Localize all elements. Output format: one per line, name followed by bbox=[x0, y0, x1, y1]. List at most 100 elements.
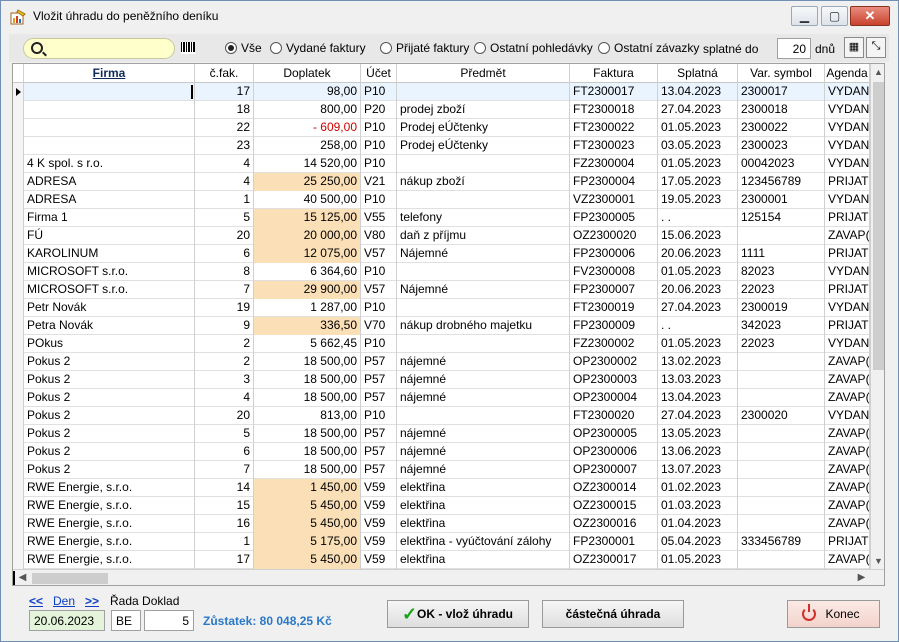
resize-button[interactable]: ⤡ bbox=[866, 37, 886, 58]
cell-remaining: 18 500,00 bbox=[254, 461, 361, 479]
table-row[interactable]: RWE Energie, s.r.o. 14 1 450,00 V59 elektřin… bbox=[13, 479, 870, 497]
header-col-var-symbol[interactable]: Var. symbol bbox=[738, 64, 825, 83]
prev-day-link[interactable]: << bbox=[29, 594, 43, 608]
vertical-scroll-thumb[interactable] bbox=[873, 82, 884, 370]
end-button[interactable]: Konec bbox=[787, 600, 880, 628]
due-days-input[interactable]: 20 bbox=[777, 38, 811, 59]
cell-remaining: 12 075,00 bbox=[254, 245, 361, 263]
cell-invoice-no: 7 bbox=[195, 461, 254, 479]
series-label: Řada Doklad bbox=[110, 594, 180, 608]
cell-remaining: 15 125,00 bbox=[254, 209, 361, 227]
table-row[interactable]: Pokus 2 3 18 500,00 P57 nájemné OP2300003 13.0… bbox=[13, 371, 870, 389]
invoice-grid[interactable]: Firma č.fak. Doplatek Účet Předmět Faktura Spl… bbox=[12, 63, 885, 586]
partial-payment-button[interactable]: částečná úhrada bbox=[542, 600, 684, 628]
table-row[interactable]: Pokus 2 2 18 500,00 P57 nájemné OP2300002 13.0… bbox=[13, 353, 870, 371]
cell-firma: Pokus 2 bbox=[24, 407, 195, 425]
table-row[interactable]: RWE Energie, s.r.o. 15 5 450,00 V59 elektřin… bbox=[13, 497, 870, 515]
cell-account: V57 bbox=[361, 281, 397, 299]
table-row[interactable]: Pokus 2 5 18 500,00 P57 nájemné OP2300005 13.0… bbox=[13, 425, 870, 443]
header-col-invoice[interactable]: Faktura bbox=[570, 64, 658, 83]
cell-firma: RWE Energie, s.r.o. bbox=[24, 479, 195, 497]
header-col-remaining[interactable]: Doplatek bbox=[254, 64, 361, 83]
day-link[interactable]: Den bbox=[53, 594, 75, 608]
cell-invoice: FP2300006 bbox=[570, 245, 658, 263]
table-row[interactable]: POkus 2 5 662,45 P10 FZ2300002 01.05.2023 2202… bbox=[13, 335, 870, 353]
cell-agenda: ZAVAP( bbox=[825, 479, 870, 497]
scroll-right-icon[interactable]: ▶ bbox=[854, 570, 869, 585]
table-row[interactable]: 17 98,00 P10 FT2300017 13.04.2023 2300017 VYDA… bbox=[13, 83, 870, 101]
cell-invoice-no: 1 bbox=[195, 533, 254, 551]
cell-subject: elektřina bbox=[397, 551, 570, 569]
cell-due: 13.03.2023 bbox=[658, 371, 738, 389]
barcode-icon[interactable] bbox=[181, 42, 195, 54]
table-row[interactable]: Firma 1 5 15 125,00 V55 telefony FP2300005. .… bbox=[13, 209, 870, 227]
scroll-left-icon[interactable]: ◀ bbox=[15, 570, 30, 585]
table-row[interactable]: FÚ 20 20 000,00 V80 daň z příjmu OZ2300020 15.… bbox=[13, 227, 870, 245]
close-button[interactable]: ✕ bbox=[850, 6, 890, 26]
horizontal-scrollbar[interactable]: ◀ ▶ bbox=[13, 569, 884, 585]
cell-account: V70 bbox=[361, 317, 397, 335]
horizontal-scroll-thumb[interactable] bbox=[32, 573, 108, 584]
text-cursor bbox=[191, 85, 193, 99]
series-field[interactable]: BE bbox=[111, 610, 141, 631]
table-row[interactable]: 23 258,00 P10 Prodej eÚčtenky FT2300023 03.05… bbox=[13, 137, 870, 155]
date-field[interactable]: 20.06.2023 bbox=[29, 610, 105, 631]
cell-agenda: VYDAN bbox=[825, 83, 870, 101]
header-col-invoice-no[interactable]: č.fak. bbox=[195, 64, 254, 83]
scroll-down-icon[interactable]: ▼ bbox=[871, 553, 884, 569]
row-indicator bbox=[13, 497, 24, 515]
header-col-firma[interactable]: Firma bbox=[24, 64, 195, 83]
row-indicator bbox=[13, 209, 24, 227]
cell-invoice: VZ2300001 bbox=[570, 191, 658, 209]
table-row[interactable]: ADRESA 4 25 250,00 V21 nákup zboží FP2300004 1… bbox=[13, 173, 870, 191]
table-row[interactable]: Pokus 2 20 813,00 P10 FT2300020 27.04.2023 230… bbox=[13, 407, 870, 425]
cell-var-symbol: 342023 bbox=[738, 317, 825, 335]
cell-subject: elektřina - vyúčtování zálohy bbox=[397, 533, 570, 551]
table-row[interactable]: RWE Energie, s.r.o. 17 5 450,00 V59 elektřin… bbox=[13, 551, 870, 569]
table-row[interactable]: Pokus 2 7 18 500,00 P57 nájemné OP2300007 13.0… bbox=[13, 461, 870, 479]
row-indicator bbox=[13, 515, 24, 533]
row-indicator bbox=[13, 119, 24, 137]
minimize-button[interactable]: ▁ bbox=[791, 6, 818, 26]
cell-invoice-no: 17 bbox=[195, 551, 254, 569]
header-col-agenda[interactable]: Agenda bbox=[825, 64, 870, 83]
table-row[interactable]: Petr Novák 19 1 287,00 P10 FT2300019 27.04.20… bbox=[13, 299, 870, 317]
cell-invoice: OZ2300017 bbox=[570, 551, 658, 569]
search-input[interactable] bbox=[23, 38, 175, 59]
cell-invoice: OP2300004 bbox=[570, 389, 658, 407]
table-row[interactable]: RWE Energie, s.r.o. 16 5 450,00 V59 elektřin… bbox=[13, 515, 870, 533]
vertical-scrollbar[interactable]: ▲ ▼ bbox=[870, 64, 884, 569]
document-number-field[interactable]: 5 bbox=[144, 610, 194, 631]
cell-subject bbox=[397, 299, 570, 317]
table-row[interactable]: 18 800,00 P20 prodej zboží FT2300018 27.04.20… bbox=[13, 101, 870, 119]
cell-var-symbol bbox=[738, 551, 825, 569]
due-label: splatné do bbox=[703, 42, 759, 56]
cell-invoice: FT2300017 bbox=[570, 83, 658, 101]
cell-invoice-no: 20 bbox=[195, 407, 254, 425]
cell-invoice: FT2300023 bbox=[570, 137, 658, 155]
table-row[interactable]: 4 K spol. s r.o. 4 14 520,00 P10 FZ2300004 01… bbox=[13, 155, 870, 173]
next-day-link[interactable]: >> bbox=[85, 594, 99, 608]
cell-agenda: VYDAN bbox=[825, 191, 870, 209]
table-row[interactable]: RWE Energie, s.r.o. 1 5 175,00 V59 elektřina… bbox=[13, 533, 870, 551]
header-col-subject[interactable]: Předmět bbox=[397, 64, 570, 83]
table-row[interactable]: ADRESA 1 40 500,00 P10 VZ2300001 19.05.2023 23… bbox=[13, 191, 870, 209]
table-row[interactable]: Petra Novák 9 336,50 V70 nákup drobného maje… bbox=[13, 317, 870, 335]
table-row[interactable]: Pokus 2 4 18 500,00 P57 nájemné OP2300004 13.0… bbox=[13, 389, 870, 407]
scroll-up-icon[interactable]: ▲ bbox=[871, 64, 884, 80]
cell-remaining: 1 450,00 bbox=[254, 479, 361, 497]
cell-due: 13.04.2023 bbox=[658, 83, 738, 101]
table-row[interactable]: KAROLINUM 6 12 075,00 V57 Nájemné FP2300006 20… bbox=[13, 245, 870, 263]
row-indicator bbox=[13, 425, 24, 443]
header-col-due[interactable]: Splatná bbox=[658, 64, 738, 83]
calculator-button[interactable]: ▦ bbox=[844, 37, 864, 58]
ok-insert-payment-button[interactable]: ✓ OK - vlož úhradu bbox=[387, 600, 529, 628]
cell-remaining: 258,00 bbox=[254, 137, 361, 155]
table-row[interactable]: MICROSOFT s.r.o. 8 6 364,60 P10 FV2300008 01.… bbox=[13, 263, 870, 281]
header-col-account[interactable]: Účet bbox=[361, 64, 397, 83]
table-row[interactable]: MICROSOFT s.r.o. 7 29 900,00 V57 Nájemné FP23… bbox=[13, 281, 870, 299]
cell-invoice-no: 23 bbox=[195, 137, 254, 155]
table-row[interactable]: Pokus 2 6 18 500,00 P57 nájemné OP2300006 13.0… bbox=[13, 443, 870, 461]
maximize-button[interactable]: ▢ bbox=[821, 6, 848, 26]
table-row[interactable]: 22- 609,00 P10 Prodej eÚčtenky FT2300022 01.… bbox=[13, 119, 870, 137]
